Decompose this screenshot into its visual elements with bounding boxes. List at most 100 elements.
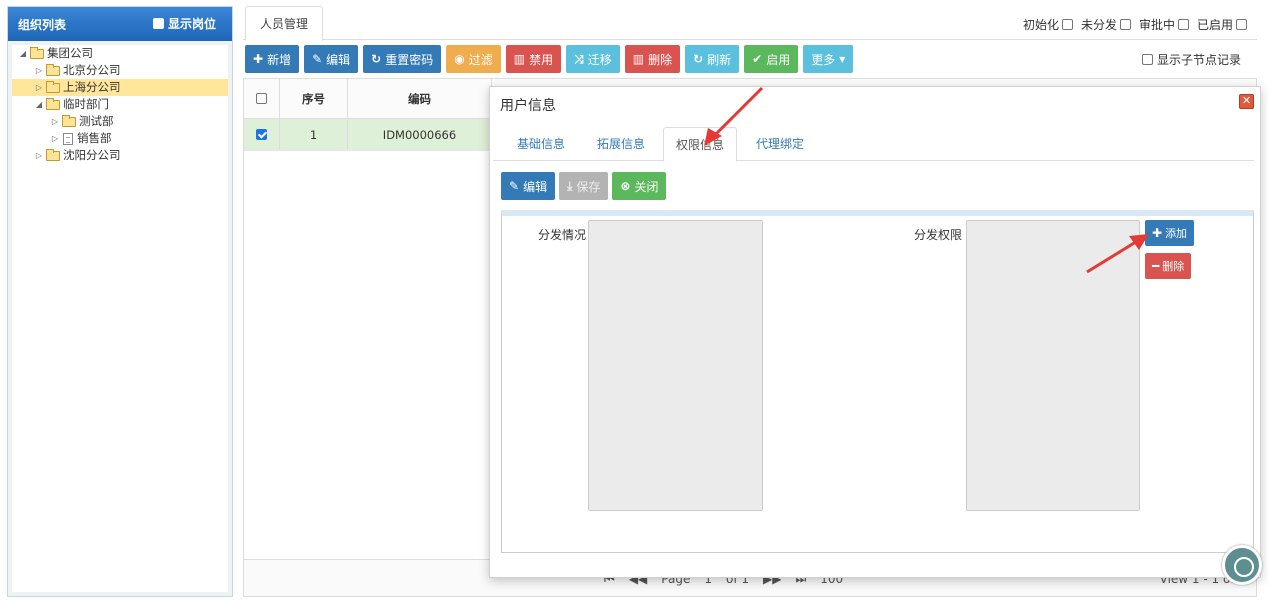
toolbar-button-label: 迁移 — [587, 52, 612, 67]
add-permission-label: 添加 — [1165, 227, 1188, 240]
tree-node-label: 测试部 — [79, 114, 114, 128]
folder-icon — [30, 46, 44, 59]
column-header-code[interactable]: 编码 — [348, 79, 492, 118]
distribution-list[interactable] — [588, 220, 763, 511]
status-filter-init[interactable]: 初始化 — [1023, 16, 1073, 33]
status-filter-checkbox[interactable] — [1119, 19, 1131, 30]
expanded-toggle-icon[interactable]: ◢ — [18, 45, 28, 62]
row-code: IDM0000666 — [348, 119, 492, 150]
toolbar-button-label: 禁用 — [529, 52, 554, 67]
toolbar-button[interactable]: ▥ 禁用 — [505, 45, 562, 73]
toolbar-button-icon: ▾ — [839, 52, 846, 66]
toolbar-button-icon: ⤨ — [574, 51, 584, 66]
tab-extended-info[interactable]: 拓展信息 — [585, 127, 657, 161]
toolbar-button-icon: ↻ — [693, 52, 704, 66]
row-select-cell — [244, 119, 280, 150]
status-filter-undistributed[interactable]: 未分发 — [1081, 16, 1131, 33]
tree-node[interactable]: ▷ 北京分公司 — [12, 62, 228, 79]
toolbar-button[interactable]: ◉ 过滤 — [446, 45, 501, 73]
permission-panel: 分发情况 分发权限 ✚ 添加 ━ 删除 — [501, 210, 1254, 553]
select-all-cell — [244, 79, 280, 118]
folder-icon — [46, 80, 60, 93]
dialog-toolbar: ✎ 编辑 ⤓ 保存 ⊗ 关闭 — [501, 172, 667, 200]
collapsed-toggle-icon[interactable]: ▷ — [34, 62, 44, 79]
toolbar-button-icon: ✚ — [253, 52, 264, 66]
tab-basic-info[interactable]: 基础信息 — [505, 127, 577, 161]
tree-node-label: 销售部 — [77, 131, 112, 145]
main-toolbar: ✚ 新增 ✎ 编辑 ↻ 重置密码 ◉ 过滤 ▥ 禁用 ⤨ 迁移 ▥ 删除 ↻ 刷新 ✔ 启用 更多 ▾ — [245, 45, 854, 73]
collapsed-toggle-icon[interactable]: ▷ — [50, 130, 60, 147]
show-child-toggle[interactable]: 显示子节点记录 — [1141, 51, 1241, 68]
org-panel-title: 组织列表 — [18, 17, 67, 32]
status-filter-checkbox[interactable] — [1236, 19, 1247, 30]
status-filter-label: 审批中 — [1138, 18, 1175, 32]
toolbar-button[interactable]: ⤨ 迁移 — [566, 45, 620, 73]
folder-icon — [62, 114, 76, 127]
tree-node[interactable]: ◢ 临时部门 — [12, 96, 228, 113]
tree-node[interactable]: ▷ 测试部 — [12, 113, 228, 130]
collapsed-toggle-icon[interactable]: ▷ — [34, 147, 44, 164]
toolbar-button[interactable]: ✔ 启用 — [744, 45, 799, 73]
tree-node-label: 临时部门 — [63, 97, 109, 111]
tree-node[interactable]: ▷ 沈阳分公司 — [12, 147, 228, 164]
row-index: 1 — [280, 119, 348, 150]
toolbar-button-label: 重置密码 — [385, 52, 434, 67]
expanded-toggle-icon[interactable]: ◢ — [34, 96, 44, 113]
toolbar-button-label: 删除 — [648, 52, 673, 67]
dialog-close-button[interactable]: ⊗ 关闭 — [612, 172, 667, 200]
toolbar-button[interactable]: ✎ 编辑 — [304, 45, 359, 73]
show-post-label: 显示岗位 — [167, 17, 216, 31]
delete-permission-button[interactable]: ━ 删除 — [1145, 253, 1192, 279]
close-circle-icon: ⊗ — [620, 179, 631, 193]
status-filter-checkbox[interactable] — [1177, 19, 1189, 30]
tree-node[interactable]: ◢ 集团公司 — [12, 45, 228, 62]
tree-node[interactable]: ▷ 上海分公司 — [12, 79, 228, 96]
permission-label: 分发权限 — [914, 228, 963, 242]
toolbar-button-label: 新增 — [267, 52, 292, 67]
status-filter-enabled[interactable]: 已启用 — [1197, 16, 1247, 33]
toolbar-button[interactable]: 更多 ▾ — [803, 45, 854, 73]
add-permission-button[interactable]: ✚ 添加 — [1145, 220, 1195, 246]
tree-node-label: 集团公司 — [47, 46, 93, 60]
close-icon[interactable]: ✕ — [1239, 94, 1254, 109]
toolbar-button-icon: ◉ — [454, 52, 465, 66]
toolbar-button-icon: ▥ — [632, 52, 645, 66]
main-tabbar: 人员管理 初始化 未分发 审批中 已启用 — [243, 6, 1257, 41]
toolbar-button-label: 更多 — [811, 52, 836, 67]
toolbar-button-icon: ↻ — [371, 52, 382, 66]
dialog-edit-button[interactable]: ✎ 编辑 — [501, 172, 556, 200]
collapsed-toggle-icon[interactable]: ▷ — [50, 113, 60, 130]
status-filter-checkbox[interactable] — [1061, 19, 1073, 30]
show-post-checkbox[interactable] — [152, 18, 164, 29]
dialog-save-label: 保存 — [576, 179, 601, 194]
show-child-label: 显示子节点记录 — [1156, 53, 1241, 67]
dialog-title: 用户信息 — [500, 98, 556, 114]
tab-permission-info[interactable]: 权限信息 — [663, 127, 738, 162]
show-child-checkbox[interactable] — [1141, 54, 1153, 65]
column-header-index[interactable]: 序号 — [280, 79, 348, 118]
permission-list[interactable] — [966, 220, 1140, 511]
collapsed-toggle-icon[interactable]: ▷ — [34, 79, 44, 96]
select-all-checkbox[interactable] — [256, 93, 267, 104]
status-filter-label: 未分发 — [1080, 18, 1117, 32]
tab-person-management[interactable]: 人员管理 — [245, 6, 324, 41]
toolbar-button[interactable]: ▥ 删除 — [624, 45, 681, 73]
tab-proxy-binding[interactable]: 代理绑定 — [744, 127, 816, 161]
toolbar-button-icon: ✎ — [312, 52, 323, 66]
show-post-toggle[interactable]: 显示岗位 — [152, 15, 216, 32]
dialog-tabs: 基础信息 拓展信息 权限信息 代理绑定 — [493, 127, 1254, 162]
dialog-close-label: 关闭 — [634, 179, 659, 194]
user-info-dialog: 用户信息 ✕ 基础信息 拓展信息 权限信息 代理绑定 ✎ 编辑 ⤓ 保存 ⊗ 关闭 分… — [489, 86, 1261, 578]
folder-icon — [46, 148, 60, 161]
status-filter-label: 已启用 — [1196, 18, 1233, 32]
status-filter-approving[interactable]: 审批中 — [1139, 16, 1189, 33]
dialog-save-button[interactable]: ⤓ 保存 — [559, 172, 609, 200]
toolbar-button[interactable]: ↻ 刷新 — [685, 45, 740, 73]
toolbar-button[interactable]: ✚ 新增 — [245, 45, 300, 73]
distribution-label: 分发情况 — [538, 228, 587, 242]
row-checkbox[interactable] — [256, 129, 267, 140]
folder-icon — [46, 97, 60, 110]
dialog-edit-label: 编辑 — [523, 179, 548, 194]
tree-node[interactable]: ▷ 销售部 — [12, 130, 228, 147]
toolbar-button[interactable]: ↻ 重置密码 — [363, 45, 442, 73]
